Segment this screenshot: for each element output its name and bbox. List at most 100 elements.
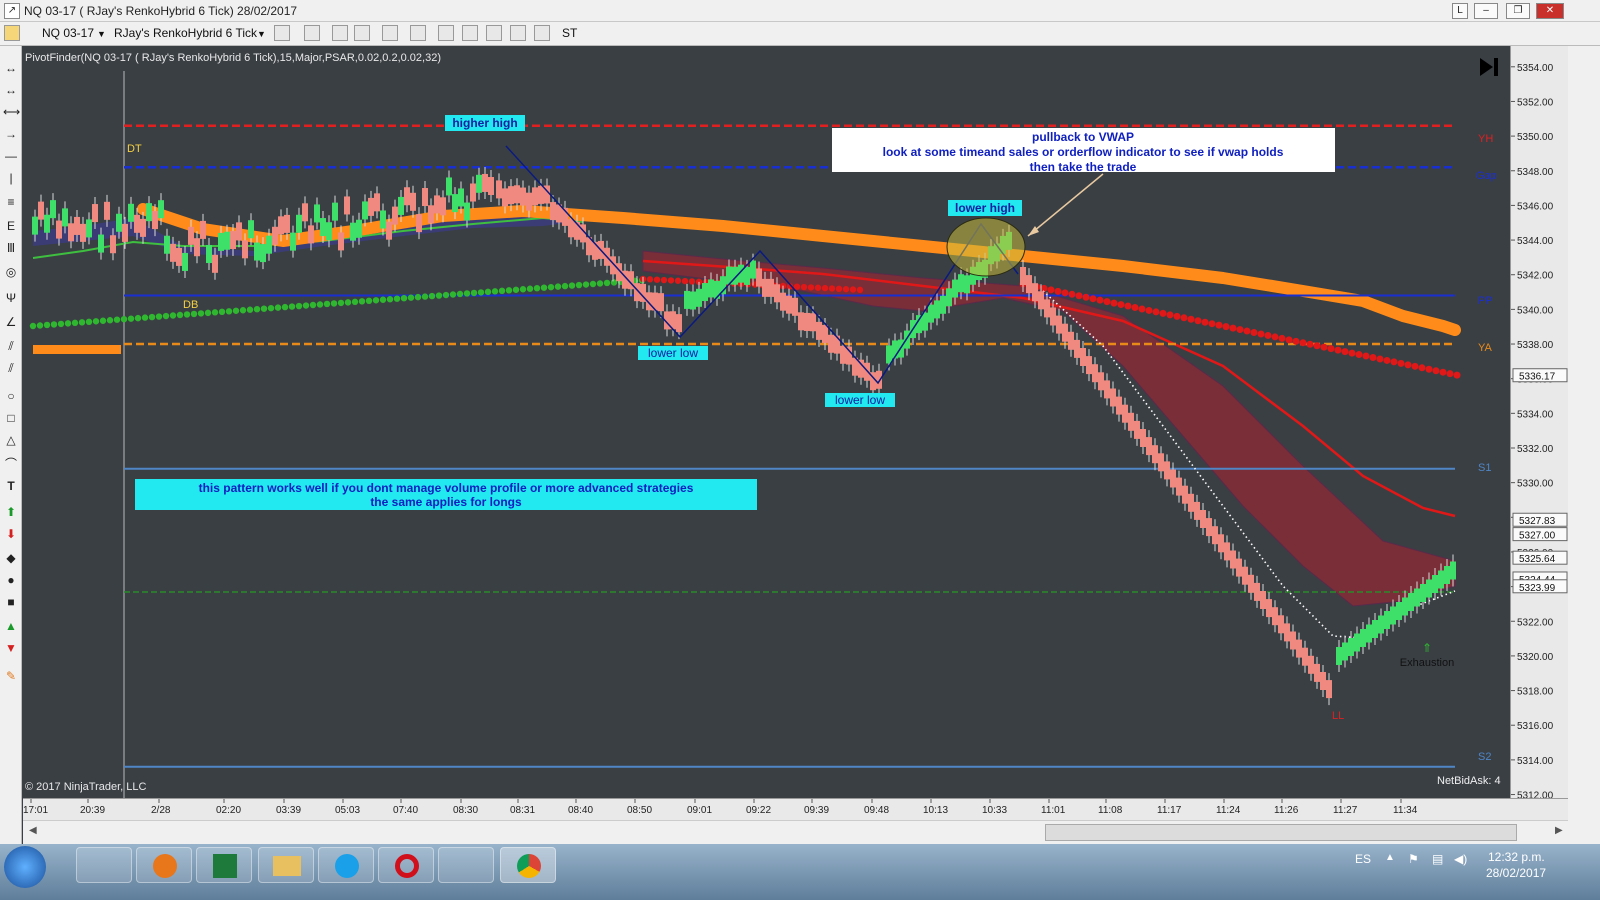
candle-body [1360,629,1366,647]
ellipse-icon[interactable]: ○ [3,388,19,404]
candle-body [1372,620,1378,638]
dollar-icon[interactable] [510,25,526,41]
chevron-down-icon[interactable]: ▼ [97,29,106,39]
psar-dot [603,279,611,287]
arrow-down-icon[interactable]: ⬇ [3,526,19,542]
chart-properties-icon[interactable] [4,25,20,41]
fib-extension-icon[interactable]: E [3,218,19,234]
risk-reward-icon[interactable]: ↔ [3,82,19,98]
square-icon[interactable]: ■ [3,594,19,610]
language-indicator[interactable]: ES [1355,852,1371,866]
link-button[interactable]: L [1452,3,1468,19]
arc-icon[interactable]: ⌒ [3,456,19,472]
close-icon[interactable]: ✕ [1536,3,1564,19]
fib-time-icon[interactable]: Ⅲ [3,240,19,256]
ruler-icon[interactable]: ↔ [3,60,19,76]
fib-circle-icon[interactable]: ◎ [3,264,19,280]
scroll-to-end-icon[interactable] [1480,58,1498,76]
app-icon: ↗ [4,3,20,19]
price-axis[interactable]: 5354.00 5352.00 5350.00 5348.00 5346.00 5344.… [1510,46,1568,802]
drawing-tool-icon[interactable] [304,25,320,41]
horizontal-line-icon[interactable]: — [3,148,19,164]
instrument-selector[interactable]: NQ 03-17 [42,26,94,40]
candle-body [392,206,398,225]
price-chart-panel[interactable]: PivotFinder(NQ 03-17 ( RJay's RenkoHybri… [23,46,1510,798]
candle-body [332,202,338,221]
line-icon[interactable]: ⟷ [3,104,20,120]
templates-icon[interactable] [534,25,550,41]
price-marker-label: 5336.17 [1519,372,1556,383]
candle-body [1284,623,1290,642]
tray-expand-icon[interactable]: ▲ [1385,852,1395,863]
time-tick-label: 03:39 [276,805,301,816]
triangle-down-icon[interactable]: ▼ [3,640,19,656]
diamond-icon[interactable]: ◆ [3,550,19,566]
cursor-icon[interactable] [382,25,398,41]
zoom-out-icon[interactable] [354,25,370,41]
andrews-pitchfork-icon[interactable]: Ψ [3,290,19,306]
indicators-icon[interactable] [438,25,454,41]
taskbar-excel[interactable] [196,847,252,883]
candle-body [200,220,206,239]
vertical-scrollbar[interactable] [1568,46,1600,846]
ray-icon[interactable]: → [3,126,19,142]
scroll-thumb[interactable] [1045,824,1517,841]
vertical-line-icon[interactable]: | [3,170,19,186]
text-icon[interactable]: T [3,478,19,494]
level-tag-gap: Gap [1476,170,1497,182]
time-axis[interactable]: 17:01 20:39 2/28 02:20 03:39 05:03 07:40 08:30 0… [23,798,1568,820]
minimize-icon[interactable]: – [1474,3,1498,19]
psar-dot [253,306,261,313]
network-icon[interactable]: ▤ [1432,852,1443,866]
taskbar-app-hand[interactable] [76,847,132,883]
chevron-down-icon[interactable]: ▼ [257,29,266,39]
triangle-icon[interactable]: △ [3,432,19,448]
taskbar-explorer[interactable] [258,847,314,883]
dot-icon[interactable]: ● [3,572,19,588]
arrow-up-icon[interactable]: ⬆ [3,504,19,520]
psar-dot [660,276,668,284]
triangle-up-icon[interactable]: ▲ [3,618,19,634]
bartype-selector[interactable]: RJay's RenkoHybrid 6 Tick [114,26,257,40]
restore-icon[interactable]: ❐ [1506,3,1530,19]
taskbar-ninjatrader[interactable] [438,847,494,883]
candle-body [458,188,464,207]
fib-retracement-icon[interactable]: ≡ [3,194,19,210]
data-box-icon[interactable] [410,25,426,41]
price-tick-label: 5346.00 [1517,201,1554,212]
strategies-icon[interactable] [462,25,478,41]
clock-date[interactable]: 28/02/2017 [1486,866,1546,880]
regression-channel-icon[interactable]: ⫽ [3,338,19,354]
taskbar-firefox[interactable] [136,847,192,883]
candle-body [1224,542,1230,561]
st-button[interactable]: ST [562,26,577,40]
psar-dot [260,305,268,312]
taskbar-chrome[interactable] [500,847,556,883]
candle-body [792,297,798,316]
psar-dot [1313,342,1321,350]
clock-time[interactable]: 12:32 p.m. [1488,850,1545,864]
psar-dot [197,310,205,317]
properties-icon[interactable] [486,25,502,41]
psar-dot [505,287,513,294]
start-button[interactable] [4,846,46,888]
higher-high-label: higher high [452,116,517,130]
bar-style-icon[interactable] [274,25,290,41]
scroll-right-icon[interactable]: ▶ [1555,825,1563,836]
rectangle-icon[interactable]: □ [3,410,19,426]
taskbar-skype[interactable] [318,847,374,883]
scroll-left-icon[interactable]: ◀ [29,825,37,836]
zoom-in-icon[interactable] [332,25,348,41]
action-center-icon[interactable]: ⚑ [1408,852,1419,866]
psar-dot [1446,370,1454,378]
gann-fan-icon[interactable]: ∠ [3,314,19,330]
volume-icon[interactable]: ◀) [1454,852,1467,866]
horizontal-scrollbar[interactable]: ◀ ▶ [23,820,1568,844]
remove-drawings-icon[interactable]: ✎ [3,668,19,684]
chart-svg[interactable]: PivotFinder(NQ 03-17 ( RJay's RenkoHybri… [23,46,1510,798]
taskbar-opera[interactable] [378,847,434,883]
candle-body [526,192,532,211]
psar-dot [274,304,282,311]
psar-dot [1334,346,1342,354]
trend-channel-icon[interactable]: ⫽ [3,360,19,376]
